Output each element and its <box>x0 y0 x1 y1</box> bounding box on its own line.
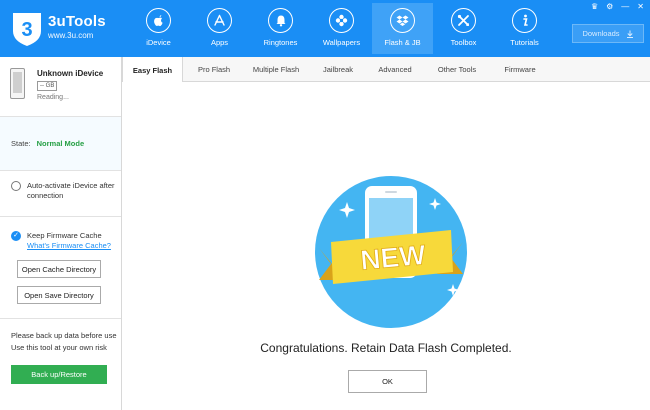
nav-flash-jb[interactable]: Flash & JB <box>372 3 433 54</box>
app-branding: 3uTools www.3u.com <box>48 13 106 40</box>
main-content: NEW Congratulations. Retain Data Flash C… <box>122 82 650 410</box>
nav-toolbox[interactable]: Toolbox <box>433 3 494 54</box>
tab-advanced[interactable]: Advanced <box>369 57 421 82</box>
left-panel: Unknown iDevice -- GB Reading... State: … <box>0 57 122 410</box>
flower-icon <box>329 8 354 33</box>
nav-apps[interactable]: Apps <box>189 3 250 54</box>
main-nav: iDevice Apps Ringtones Wallpapers Flash … <box>128 0 555 57</box>
keep-cache-checkbox[interactable]: ✓ <box>11 231 21 241</box>
device-status: Reading... <box>37 94 69 101</box>
backup-section: Please back up data before use Use this … <box>0 319 121 410</box>
nav-label: Flash & JB <box>384 38 421 47</box>
new-phone-illustration: NEW <box>315 176 467 328</box>
nav-label: Ringtones <box>263 38 298 47</box>
device-capacity: -- GB <box>37 81 58 91</box>
nav-tutorials[interactable]: Tutorials <box>494 3 555 54</box>
download-arrow-icon <box>626 30 633 38</box>
open-cache-directory-button[interactable]: Open Cache Directory <box>17 260 101 278</box>
tab-firmware[interactable]: Firmware <box>493 57 547 82</box>
app-title: 3uTools <box>48 13 106 30</box>
app-subtitle: www.3u.com <box>48 31 94 40</box>
tools-icon <box>451 8 476 33</box>
tab-easy-flash[interactable]: Easy Flash <box>122 57 183 83</box>
ok-button[interactable]: OK <box>348 370 427 393</box>
logo-glyph: 3 <box>21 19 32 41</box>
open-save-directory-button[interactable]: Open Save Directory <box>17 286 101 304</box>
nav-label: Apps <box>210 38 229 47</box>
nav-label: iDevice <box>146 38 171 47</box>
nav-ringtones[interactable]: Ringtones <box>250 3 311 54</box>
new-badge-text: NEW <box>359 239 427 276</box>
nav-idevice[interactable]: iDevice <box>128 3 189 54</box>
completion-message: Congratulations. Retain Data Flash Compl… <box>260 341 512 355</box>
nav-label: Wallpapers <box>322 38 361 47</box>
bell-icon <box>268 8 293 33</box>
skin-icon[interactable]: ♛ <box>591 2 598 11</box>
keep-cache-label: Keep Firmware Cache <box>27 231 102 240</box>
minimize-icon[interactable]: — <box>621 2 629 11</box>
auto-activate-option[interactable]: Auto-activate iDevice after connection <box>0 171 121 217</box>
top-bar: 3 3uTools www.3u.com iDevice Apps Ringto… <box>0 0 650 57</box>
close-icon[interactable]: ✕ <box>637 2 644 11</box>
apple-icon <box>146 8 171 33</box>
settings-icon[interactable]: ⚙ <box>606 2 613 11</box>
device-info: Unknown iDevice -- GB Reading... <box>0 57 121 117</box>
flash-tabs: Easy Flash Pro Flash Multiple Flash Jail… <box>122 57 650 83</box>
tab-pro-flash[interactable]: Pro Flash <box>183 57 245 82</box>
backup-note: Please back up data before use Use this … <box>11 330 121 354</box>
nav-label: Toolbox <box>450 38 477 47</box>
auto-activate-label: Auto-activate iDevice after connection <box>27 181 115 200</box>
phone-icon <box>10 68 25 99</box>
dropbox-icon <box>390 8 415 33</box>
backup-restore-button[interactable]: Back up/Restore <box>11 365 107 384</box>
3utools-logo-icon: 3 <box>13 13 41 46</box>
state-label: State: <box>11 139 31 148</box>
state-value: Normal Mode <box>36 139 85 148</box>
tab-jailbreak[interactable]: Jailbreak <box>307 57 369 82</box>
backup-note-line2: Use this tool at your own risk <box>11 343 107 352</box>
info-icon <box>512 8 537 33</box>
device-state: State: Normal Mode <box>0 117 121 171</box>
nav-wallpapers[interactable]: Wallpapers <box>311 3 372 54</box>
tab-other-tools[interactable]: Other Tools <box>421 57 493 82</box>
backup-note-line1: Please back up data before use <box>11 331 117 340</box>
firmware-cache-help-link[interactable]: What's Firmware Cache? <box>27 241 111 250</box>
auto-activate-radio[interactable] <box>11 181 21 191</box>
downloads-button[interactable]: Downloads <box>572 24 644 43</box>
app-store-icon <box>207 8 232 33</box>
firmware-cache-section: ✓ Keep Firmware Cache What's Firmware Ca… <box>0 217 121 319</box>
nav-label: Tutorials <box>510 38 539 47</box>
device-name: Unknown iDevice <box>37 69 104 78</box>
downloads-label: Downloads <box>582 29 620 38</box>
window-controls: ♛ ⚙ — ✕ <box>591 2 644 11</box>
tab-multiple-flash[interactable]: Multiple Flash <box>245 57 307 82</box>
